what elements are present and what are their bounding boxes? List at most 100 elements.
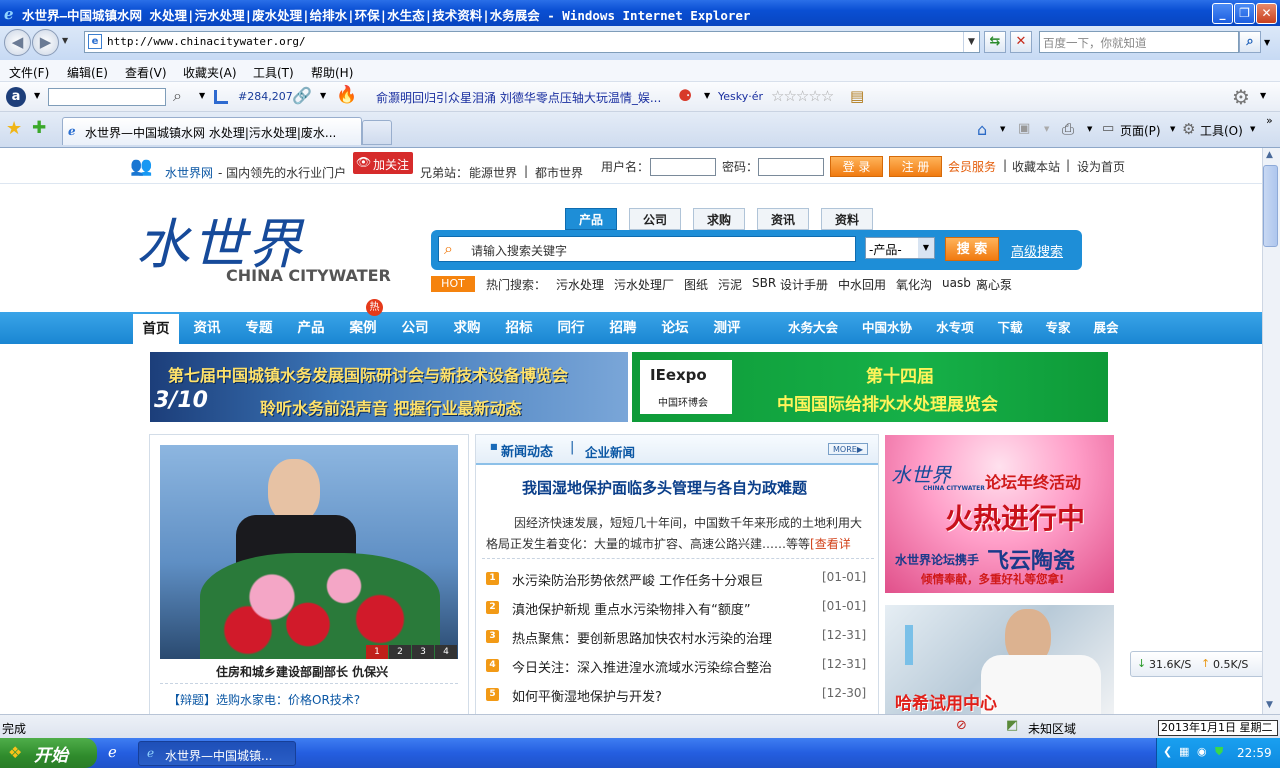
start-button[interactable]: ❖ 开始 — [0, 738, 97, 768]
tab-news-updates[interactable]: 新闻动态 — [501, 441, 553, 460]
category-select[interactable]: -产品- ▼ — [865, 237, 935, 259]
toolbar-search-input[interactable] — [48, 88, 166, 106]
nav-tender[interactable]: 招标 — [495, 312, 543, 344]
home-icon[interactable]: ⌂ — [977, 120, 987, 139]
photo-page-3[interactable]: 3 — [412, 645, 434, 659]
news-more-link[interactable]: MORE▶ — [828, 443, 868, 455]
nav-company[interactable]: 公司 — [391, 312, 439, 344]
nav-water-conference[interactable]: 水务大会 — [784, 312, 842, 344]
news-item-title[interactable]: 如何平衡湿地保护与开发? — [512, 686, 662, 705]
dropdown-icon[interactable]: ▼ — [34, 91, 40, 100]
news-item[interactable]: 2 滇池保护新规 重点水污染物排入有“额度” [01-01] — [476, 593, 876, 622]
topic-link[interactable]: 选购水家电：价格OR技术? — [216, 691, 360, 708]
tools-dropdown-icon[interactable]: ▼ — [1250, 125, 1255, 133]
back-icon[interactable]: ◀ — [4, 29, 31, 56]
banner-conference[interactable]: 第七届中国城镇水务发展国际研讨会与新技术设备博览会 聆听水务前沿声音 把握行业最… — [150, 352, 628, 422]
new-tab-button[interactable] — [362, 120, 392, 145]
member-service-link[interactable]: 会员服务 — [948, 158, 996, 175]
set-homepage-link[interactable]: 设为首页 — [1077, 158, 1125, 175]
hot-term-4[interactable]: 污泥 — [718, 276, 742, 293]
hot-term-7[interactable]: 中水回用 — [838, 276, 886, 293]
photo-page-1[interactable]: 1 — [366, 645, 388, 659]
minimize-button[interactable]: _ — [1212, 3, 1233, 24]
alexa-icon[interactable]: a — [6, 87, 26, 107]
sister-link-energy[interactable]: 能源世界 — [469, 164, 517, 181]
sister-link-city[interactable]: 都市世界 — [535, 164, 583, 181]
nav-exhibitions[interactable]: 展会 — [1088, 312, 1124, 344]
speed-widget[interactable]: ↓ 31.6K/S ↑ 0.5K/S — [1130, 651, 1262, 677]
scroll-down-icon[interactable]: ▼ — [1266, 700, 1273, 710]
refresh-icon[interactable]: ⇆ — [984, 31, 1006, 53]
news-item[interactable]: 4 今日关注：深入推进湟水流域水污染综合整治 [12-31] — [476, 651, 876, 680]
scrollbar-thumb[interactable] — [1263, 165, 1278, 247]
tray-expand-icon[interactable]: ❮ — [1163, 745, 1172, 758]
nav-review[interactable]: 测评 — [703, 312, 751, 344]
hot-term-2[interactable]: 污水处理厂 — [614, 276, 674, 293]
news-item[interactable]: 3 热点聚焦：要创新思路加快农村水污染的治理 [12-31] — [476, 622, 876, 651]
alert-icon[interactable]: ⚈ — [678, 86, 692, 105]
news-photo[interactable]: 1 2 3 4 — [160, 445, 458, 659]
news-item-title[interactable]: 水污染防治形势依然严峻 工作任务十分艰巨 — [512, 570, 763, 589]
news-item-title[interactable]: 热点聚焦：要创新思路加快农村水污染的治理 — [512, 628, 772, 647]
menu-edit[interactable]: 编辑(E) — [67, 64, 108, 81]
photo-page-2[interactable]: 2 — [389, 645, 411, 659]
hot-term-10[interactable]: 离心泵 — [976, 276, 1012, 293]
nav-forum[interactable]: 论坛 — [651, 312, 699, 344]
window-title-bar[interactable]: ℯ 水世界—中国城镇水网 水处理|污水处理|废水处理|给排水|环保|水生态|技术… — [0, 0, 1280, 26]
address-dropdown-icon[interactable]: ▼ — [963, 32, 979, 52]
link-icon[interactable]: 🔗 — [292, 86, 312, 105]
follow-button[interactable]: 👁 加关注 — [353, 152, 413, 174]
chevron-right-icon[interactable]: » — [1266, 114, 1273, 127]
ad-hach-trial[interactable]: 哈希试用中心 — [885, 605, 1114, 714]
nav-topics[interactable]: 专题 — [235, 312, 283, 344]
tab-active[interactable]: ℯ 水世界—中国城镇水网 水处理|污水处理|废水... — [62, 117, 362, 145]
security-shield-icon[interactable]: ⛊ — [1215, 745, 1223, 759]
password-input[interactable] — [758, 158, 824, 176]
address-bar[interactable]: e http://www.chinacitywater.org/ ▼ — [84, 31, 980, 53]
search-tab-purchase[interactable]: 求购 — [693, 208, 745, 230]
close-button[interactable]: ✕ — [1256, 3, 1277, 24]
forward-icon[interactable]: ▶ — [32, 29, 59, 56]
hot-term-8[interactable]: 氧化沟 — [896, 276, 932, 293]
nav-experts[interactable]: 专家 — [1040, 312, 1076, 344]
dropdown-icon-5[interactable]: ▼ — [1260, 91, 1266, 100]
add-favorite-icon[interactable]: ✚ — [32, 118, 46, 138]
menu-view[interactable]: 查看(V) — [125, 64, 167, 81]
tools-menu[interactable]: 工具(O) — [1200, 122, 1243, 139]
print-dropdown-icon[interactable]: ▼ — [1087, 125, 1092, 133]
page-menu[interactable]: 页面(P) — [1120, 122, 1161, 139]
rating-stars-icon[interactable]: ☆☆☆☆☆ — [771, 87, 834, 105]
feeds-icon[interactable]: ▣ — [1018, 121, 1030, 136]
ad-forum-event[interactable]: 水世界 CHINA CITYWATER 论坛年终活动 火热进行中 水世界论坛携手… — [885, 435, 1114, 593]
blocked-icon[interactable]: ⊘ — [956, 718, 967, 733]
menu-help[interactable]: 帮助(H) — [311, 64, 353, 81]
quicklaunch-ie-icon[interactable]: ℯ — [108, 743, 117, 761]
login-button[interactable]: 登 录 — [830, 156, 883, 177]
search-tab-news[interactable]: 资讯 — [757, 208, 809, 230]
dropdown-icon-2[interactable]: ▼ — [199, 91, 205, 100]
dropdown-icon-3[interactable]: ▼ — [320, 91, 326, 100]
network-icon[interactable]: ▦ — [1179, 745, 1189, 758]
nav-purchase[interactable]: 求购 — [443, 312, 491, 344]
taskbar-item-ie[interactable]: ℯ 水世界—中国城镇... — [138, 741, 296, 766]
hot-term-3[interactable]: 图纸 — [684, 276, 708, 293]
nav-peers[interactable]: 同行 — [547, 312, 595, 344]
bookmark-link[interactable]: 收藏本站 — [1012, 158, 1060, 175]
search-icon[interactable]: ⌕ — [1239, 31, 1261, 53]
news-detail-link[interactable]: [查看详 — [810, 537, 851, 551]
nav-jobs[interactable]: 招聘 — [599, 312, 647, 344]
news-ticker[interactable]: 俞灏明回归引众星泪涌 刘德华零点压轴大玩温情_娱... — [376, 89, 661, 106]
search-tab-docs[interactable]: 资料 — [821, 208, 873, 230]
favorites-star-icon[interactable]: ★ — [6, 118, 22, 139]
site-logo[interactable]: 水世界 CHINA CITYWATER — [136, 200, 396, 290]
history-dropdown-icon[interactable]: ▼ — [62, 36, 68, 45]
nav-cases[interactable]: 案例 — [339, 312, 387, 344]
news-headline[interactable]: 我国湿地保护面临多头管理与各自为政难题 — [522, 477, 807, 498]
flame-icon[interactable]: 🔥 — [336, 85, 357, 105]
menu-favorites[interactable]: 收藏夹(A) — [183, 64, 237, 81]
site-search-input[interactable]: ⌕ 请输入搜索关键字 — [438, 236, 856, 262]
site-name-link[interactable]: 水世界网 — [165, 164, 213, 181]
search-tab-products[interactable]: 产品 — [565, 208, 617, 230]
hot-term-5[interactable]: SBR — [752, 276, 776, 290]
menu-tools[interactable]: 工具(T) — [253, 64, 294, 81]
